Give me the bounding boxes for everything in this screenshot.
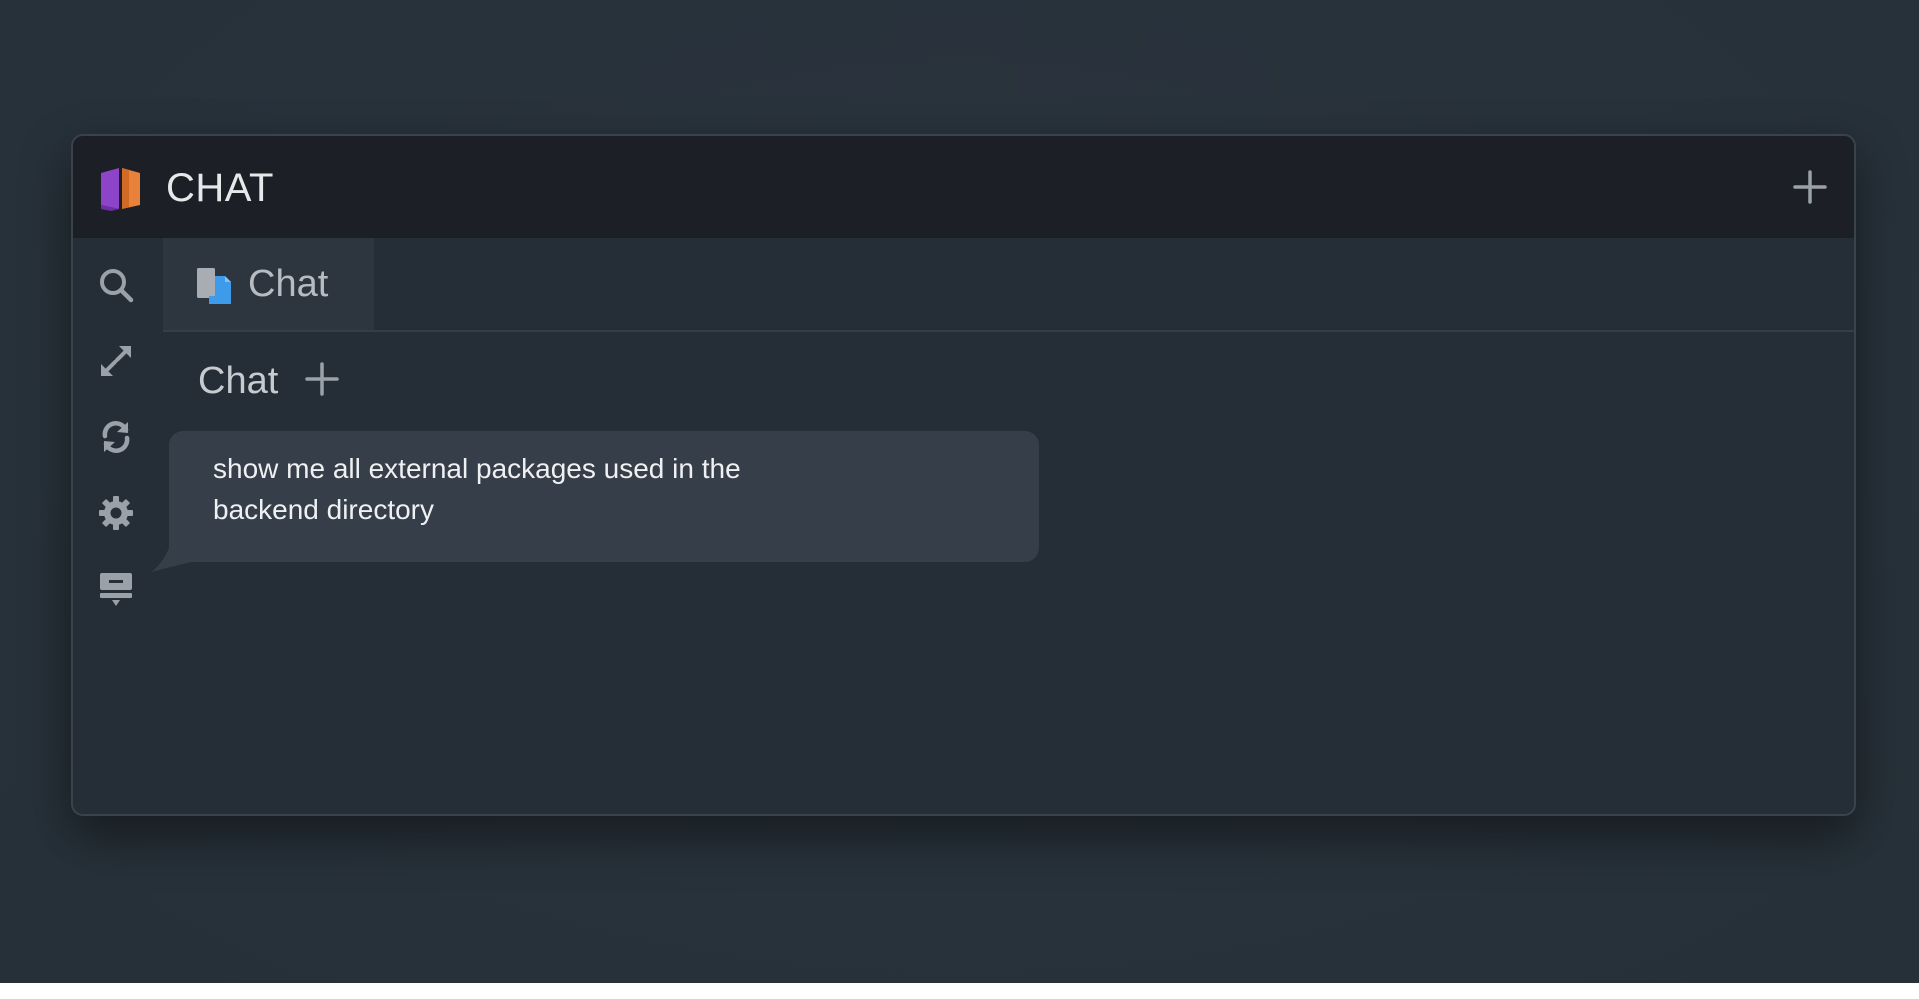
title-bar: CHAT bbox=[73, 136, 1854, 238]
new-chat-plus-icon[interactable] bbox=[304, 361, 340, 397]
book-logo-icon bbox=[101, 168, 140, 211]
search-icon[interactable] bbox=[97, 266, 135, 304]
tab-label: Chat bbox=[248, 263, 329, 305]
tab-bar: Chat bbox=[163, 238, 1854, 332]
app-title: CHAT bbox=[166, 166, 274, 210]
plus-icon[interactable] bbox=[1792, 169, 1828, 205]
pin-icon[interactable] bbox=[97, 570, 135, 608]
chat-window: CHAT Chat Chat show me all external pack… bbox=[71, 134, 1856, 816]
document-icon bbox=[197, 268, 231, 304]
expand-icon[interactable] bbox=[97, 342, 135, 380]
user-message-bubble: show me all external packages used in th… bbox=[169, 431, 1039, 562]
gear-icon[interactable] bbox=[97, 494, 135, 532]
refresh-icon[interactable] bbox=[97, 418, 135, 456]
tab-chat[interactable]: Chat bbox=[163, 238, 374, 330]
user-message-text: show me all external packages used in th… bbox=[213, 453, 741, 525]
sidebar bbox=[73, 238, 163, 814]
chat-section-title: Chat bbox=[198, 360, 279, 402]
